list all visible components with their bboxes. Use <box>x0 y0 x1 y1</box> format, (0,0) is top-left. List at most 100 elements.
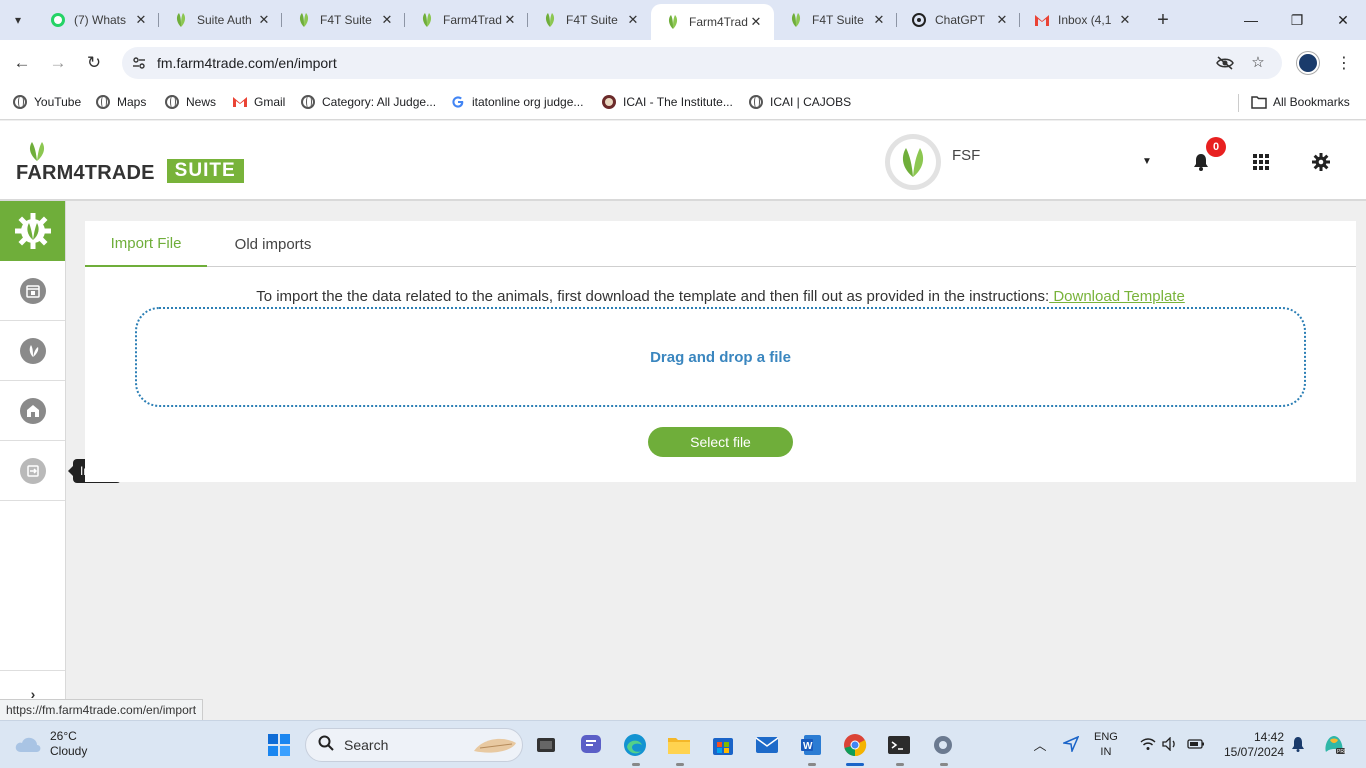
bookmark-label: YouTube <box>34 95 82 109</box>
farm4trade-logo[interactable]: FARM4TRADE SUITE <box>16 142 244 183</box>
browser-tab-whatsapp[interactable]: (7) Whats ✕ <box>36 4 159 36</box>
chevron-up-icon[interactable]: ︿ <box>1032 733 1048 755</box>
tab-close-icon[interactable]: ✕ <box>379 12 395 28</box>
browser-tab-f4t-suite[interactable]: F4T Suite ✕ <box>528 4 651 36</box>
browser-tab-farm4trade-active[interactable]: Farm4Trad ✕ <box>651 4 774 40</box>
file-explorer-icon[interactable] <box>663 729 695 761</box>
globe-icon <box>12 94 28 110</box>
browser-tab-chatgpt[interactable]: ChatGPT ✕ <box>897 4 1020 36</box>
location-arrow-icon[interactable] <box>1062 733 1080 755</box>
tab-search-icon[interactable]: ▾ <box>8 10 28 30</box>
settings-app-icon[interactable] <box>927 729 959 761</box>
edge-icon[interactable] <box>619 729 651 761</box>
user-name[interactable]: FSF <box>952 147 980 164</box>
address-bar[interactable]: fm.farm4trade.com/en/import <box>122 47 1282 79</box>
browser-tab-suite-auth[interactable]: Suite Auth ✕ <box>159 4 282 36</box>
apps-grid-icon[interactable] <box>1251 152 1271 172</box>
svg-text:W: W <box>803 741 813 752</box>
plant-icon <box>19 337 46 364</box>
tab-import-file[interactable]: Import File <box>85 221 207 267</box>
tab-close-icon[interactable]: ✕ <box>133 12 149 28</box>
tab-close-icon[interactable]: ✕ <box>1117 12 1133 28</box>
bookmark-icai-cajobs[interactable]: ICAI | CAJOBS <box>748 92 851 112</box>
bookmark-maps[interactable]: Maps <box>95 92 146 112</box>
taskbar-indicator <box>808 763 816 766</box>
sidenav-item-farm[interactable] <box>0 321 65 381</box>
tab-title: (7) Whats <box>74 13 127 27</box>
language-indicator[interactable]: ENG IN <box>1094 730 1118 760</box>
close-window-button[interactable]: ✕ <box>1320 0 1366 40</box>
bookmark-youtube[interactable]: YouTube <box>12 92 81 112</box>
task-view-icon[interactable] <box>530 729 562 761</box>
caret-down-icon[interactable]: ▼ <box>1140 154 1154 168</box>
file-dropzone[interactable]: Drag and drop a file <box>135 307 1306 407</box>
profile-avatar[interactable] <box>1297 52 1319 74</box>
tab-close-icon[interactable]: ✕ <box>625 12 641 28</box>
bookmark-label: ICAI | CAJOBS <box>770 95 852 109</box>
browser-tab-farm4trade[interactable]: Farm4Trad ✕ <box>405 4 528 36</box>
folder-icon <box>1251 94 1267 110</box>
bookmark-itatonline[interactable]: itatonline org judge... <box>450 92 583 112</box>
minimize-button[interactable]: — <box>1228 0 1274 40</box>
tab-close-icon[interactable]: ✕ <box>256 12 272 28</box>
copilot-icon[interactable]: PRE <box>1321 731 1347 757</box>
weather-desc: Cloudy <box>50 744 88 758</box>
browser-tab-strip: ▾ (7) Whats ✕ Suite Auth ✕ F4T Suite ✕ F… <box>0 0 1366 40</box>
bookmark-category-judge[interactable]: Category: All Judge... <box>300 92 436 112</box>
tab-close-icon[interactable]: ✕ <box>748 14 764 30</box>
gear-icon[interactable] <box>1310 151 1332 173</box>
volume-icon[interactable] <box>1161 733 1179 755</box>
taskbar-indicator <box>940 763 948 766</box>
microsoft-store-icon[interactable] <box>707 729 739 761</box>
forward-button[interactable]: → <box>44 49 72 77</box>
download-template-link[interactable]: Download Template <box>1049 288 1184 305</box>
weather-temp: 26°C <box>50 729 77 743</box>
tab-close-icon[interactable]: ✕ <box>871 12 887 28</box>
site-settings-icon[interactable] <box>130 54 148 72</box>
browser-tab-f4t-suite[interactable]: F4T Suite ✕ <box>282 4 405 36</box>
tab-title: F4T Suite <box>566 13 618 27</box>
mail-icon[interactable] <box>751 729 783 761</box>
barn-icon <box>19 397 46 424</box>
sidenav-item-import[interactable] <box>0 441 65 501</box>
bookmark-icai[interactable]: ICAI - The Institute... <box>601 92 733 112</box>
new-tab-button[interactable]: + <box>1149 6 1177 34</box>
weather-widget[interactable]: 26°C Cloudy <box>14 729 87 759</box>
dropzone-label: Drag and drop a file <box>650 348 791 366</box>
globe-icon <box>300 94 316 110</box>
bookmark-gmail[interactable]: Gmail <box>232 92 285 112</box>
bookmark-news[interactable]: News <box>164 92 216 112</box>
browser-tab-f4t-suite[interactable]: F4T Suite ✕ <box>774 4 897 36</box>
browser-menu-icon[interactable]: ⋮ <box>1334 52 1354 74</box>
back-button[interactable]: ← <box>8 49 36 77</box>
taskbar-clock[interactable]: 14:42 15/07/2024 <box>1224 730 1284 760</box>
bookmark-star-icon[interactable]: ☆ <box>1248 52 1268 72</box>
all-bookmarks-button[interactable]: All Bookmarks <box>1251 92 1350 112</box>
chrome-icon[interactable] <box>839 729 871 761</box>
sidenav-item-settings[interactable] <box>0 201 65 261</box>
farm-avatar[interactable] <box>885 134 941 190</box>
tab-old-imports[interactable]: Old imports <box>207 221 339 267</box>
search-highlight-icon <box>474 738 516 753</box>
word-icon[interactable]: W <box>795 729 827 761</box>
leaf-icon <box>296 12 312 28</box>
eye-off-icon[interactable] <box>1215 53 1235 73</box>
sidenav-item-animals[interactable] <box>0 381 65 441</box>
terminal-icon[interactable] <box>883 729 915 761</box>
tab-close-icon[interactable]: ✕ <box>994 12 1010 28</box>
browser-tab-gmail[interactable]: Inbox (4,1 ✕ <box>1020 4 1143 36</box>
search-icon <box>318 735 334 755</box>
wifi-icon[interactable] <box>1139 733 1157 755</box>
tab-close-icon[interactable]: ✕ <box>502 12 518 28</box>
battery-icon[interactable] <box>1186 733 1206 755</box>
notification-bell-icon[interactable] <box>1289 733 1307 755</box>
restore-button[interactable]: ❐ <box>1274 0 1320 40</box>
taskbar-search[interactable]: Search <box>305 728 523 762</box>
bookmarks-divider <box>1238 94 1239 112</box>
select-file-button[interactable]: Select file <box>648 427 793 457</box>
sidenav-item-calendar[interactable] <box>0 261 65 321</box>
teams-chat-icon[interactable] <box>575 729 607 761</box>
taskbar-indicator <box>896 763 904 766</box>
reload-button[interactable]: ↻ <box>80 49 108 77</box>
windows-start-icon[interactable] <box>263 729 295 761</box>
